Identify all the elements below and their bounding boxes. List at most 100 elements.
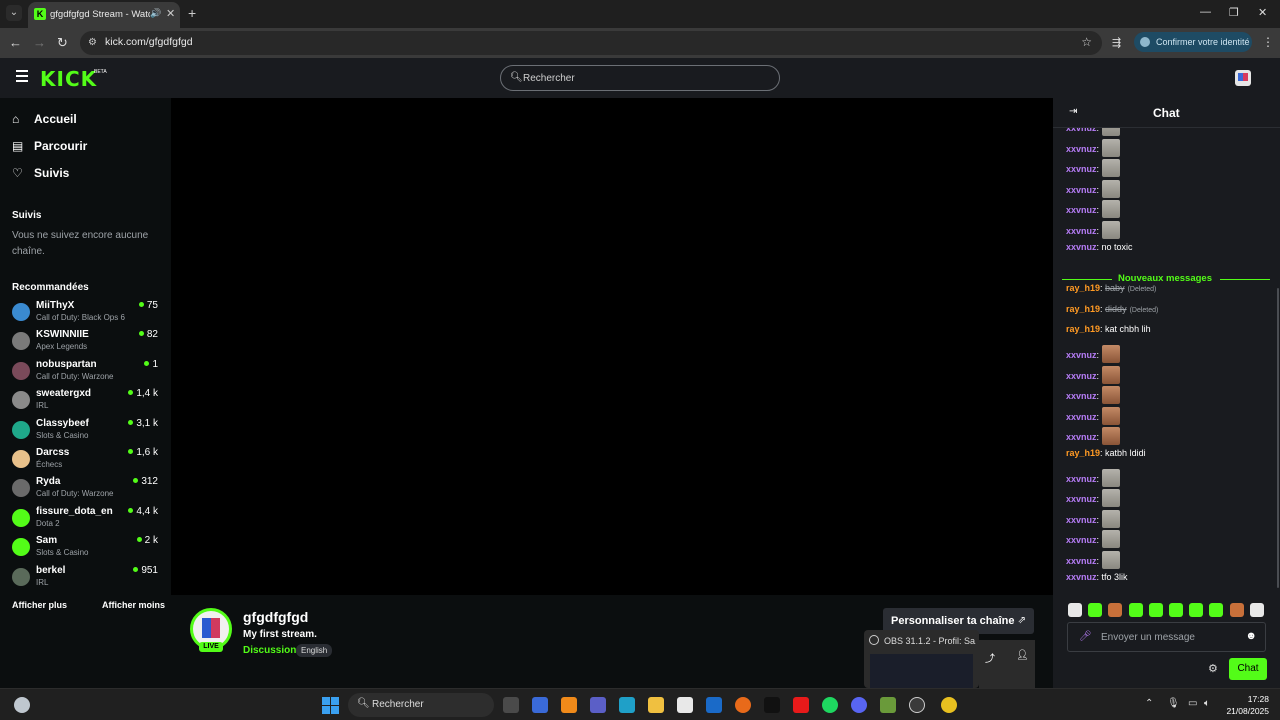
chat-username[interactable]: xxvnuz bbox=[1066, 128, 1097, 133]
microphone-tray-icon[interactable]: 🎙︎ bbox=[1167, 698, 1180, 709]
chat-username[interactable]: xxvnuz bbox=[1066, 185, 1097, 195]
chat-username[interactable]: xxvnuz bbox=[1066, 350, 1097, 360]
user-avatar[interactable] bbox=[1235, 70, 1251, 86]
tiktok-icon[interactable] bbox=[764, 697, 780, 713]
chat-username[interactable]: xxvnuz bbox=[1066, 572, 1097, 582]
share-icon[interactable]: ⤴ bbox=[985, 650, 995, 665]
url-field[interactable]: ⚙ kick.com/gfgdfgfgd ☆ bbox=[80, 31, 1102, 55]
show-less-button[interactable]: Afficher moins bbox=[102, 600, 165, 610]
emoji-picker-icon[interactable]: ☻ bbox=[1245, 630, 1257, 642]
recommended-channel[interactable]: Darcss Échecs 1,6 k bbox=[12, 447, 162, 475]
cast-icon[interactable]: ⇶ bbox=[1112, 36, 1121, 49]
vlc-icon[interactable] bbox=[561, 697, 577, 713]
chat-username[interactable]: xxvnuz bbox=[1066, 432, 1097, 442]
browser-menu-icon[interactable]: ⋮ bbox=[1262, 35, 1274, 49]
network-icon[interactable]: ▭ bbox=[1188, 698, 1197, 709]
recommended-channel[interactable]: Classybeef Slots & Casino 3,1 k bbox=[12, 418, 162, 446]
taskbar-search[interactable]: 🔍︎ Rechercher bbox=[348, 693, 494, 717]
chat-username[interactable]: xxvnuz bbox=[1066, 164, 1097, 174]
quick-emote-icon[interactable] bbox=[1189, 603, 1204, 617]
teams-icon[interactable] bbox=[590, 697, 606, 713]
maximize-button[interactable]: ❐ bbox=[1229, 6, 1239, 19]
tab-list-dropdown[interactable]: ⌄ bbox=[6, 5, 22, 21]
widgets-icon[interactable] bbox=[532, 697, 548, 713]
video-player[interactable] bbox=[171, 98, 1053, 595]
reload-button[interactable]: ↻ bbox=[57, 35, 68, 51]
obs-taskbar-icon[interactable] bbox=[909, 697, 925, 713]
chat-username[interactable]: xxvnuz bbox=[1066, 515, 1097, 525]
channel-name[interactable]: gfgdfgfgd bbox=[243, 609, 308, 625]
system-clock[interactable]: 17:28 21/08/2025 bbox=[1225, 693, 1269, 717]
chat-username[interactable]: ray_h19 bbox=[1066, 304, 1100, 314]
quick-emote-icon[interactable] bbox=[1169, 603, 1183, 617]
language-tag[interactable]: English bbox=[296, 644, 333, 657]
store-icon[interactable] bbox=[677, 697, 693, 713]
chat-username[interactable]: xxvnuz bbox=[1066, 242, 1097, 252]
taskbar-preview-popup[interactable]: OBS 31.1.2 - Profil: Sa... bbox=[864, 630, 979, 688]
task-view-icon[interactable] bbox=[503, 697, 519, 713]
chat-username[interactable]: xxvnuz bbox=[1066, 474, 1097, 484]
identity-button[interactable]: Confirmer votre identité bbox=[1134, 32, 1252, 52]
collapse-chat-icon[interactable]: ⇥ bbox=[1069, 106, 1077, 117]
chat-settings-icon[interactable]: ⚙ bbox=[1208, 662, 1218, 675]
recommended-channel[interactable]: berkel IRL 951 bbox=[12, 565, 162, 593]
kick-logo[interactable]: KICK bbox=[40, 67, 97, 91]
file-explorer-icon[interactable] bbox=[648, 697, 664, 713]
stream-category[interactable]: Discussion bbox=[243, 645, 296, 656]
firefox-icon[interactable] bbox=[735, 697, 751, 713]
chat-message-input[interactable]: 🎤︎ Envoyer un message ☻ bbox=[1067, 622, 1266, 652]
quick-emote-icon[interactable] bbox=[1148, 603, 1163, 617]
chrome-icon[interactable] bbox=[941, 697, 957, 713]
edge-icon[interactable] bbox=[619, 697, 635, 713]
chat-scrollbar[interactable] bbox=[1277, 288, 1279, 588]
quick-emote-icon[interactable] bbox=[1128, 603, 1143, 617]
recommended-channel[interactable]: fissure_dota_en Dota 2 4,4 k bbox=[12, 506, 162, 534]
quick-emote-icon[interactable] bbox=[1249, 603, 1264, 617]
recommended-channel[interactable]: sweatergxd IRL 1,4 k bbox=[12, 388, 162, 416]
site-info-icon[interactable]: ⚙ bbox=[88, 37, 97, 48]
chat-username[interactable]: xxvnuz bbox=[1066, 371, 1097, 381]
browser-tab[interactable]: K gfgdfgfgd Stream - Watch l 🔊 ✕ bbox=[28, 2, 180, 28]
chat-username[interactable]: xxvnuz bbox=[1066, 556, 1097, 566]
new-tab-button[interactable]: + bbox=[188, 5, 196, 21]
chat-username[interactable]: ray_h19 bbox=[1066, 283, 1100, 293]
quick-emote-icon[interactable] bbox=[1088, 603, 1103, 617]
chat-username[interactable]: xxvnuz bbox=[1066, 226, 1097, 236]
quick-emote-icon[interactable] bbox=[1209, 603, 1224, 617]
show-more-button[interactable]: Afficher plus bbox=[12, 600, 67, 610]
microphone-icon[interactable]: 🎤︎ bbox=[1079, 631, 1092, 642]
outlook-icon[interactable] bbox=[706, 697, 722, 713]
back-button[interactable]: ← bbox=[9, 35, 22, 50]
chat-username[interactable]: xxvnuz bbox=[1066, 494, 1097, 504]
send-chat-button[interactable]: Chat bbox=[1229, 658, 1267, 680]
chat-username[interactable]: xxvnuz bbox=[1066, 535, 1097, 545]
recommended-channel[interactable]: Sam Slots & Casino 2 k bbox=[12, 535, 162, 563]
obs-window-thumbnail[interactable] bbox=[870, 654, 973, 688]
volume-icon[interactable]: 🔈︎ bbox=[1204, 698, 1210, 709]
chat-username[interactable]: xxvnuz bbox=[1066, 412, 1097, 422]
chat-username[interactable]: xxvnuz bbox=[1066, 391, 1097, 401]
minimize-button[interactable]: — bbox=[1200, 6, 1211, 18]
close-window-button[interactable]: ✕ bbox=[1258, 6, 1267, 19]
speaker-icon[interactable]: 🔊 bbox=[150, 8, 161, 19]
youtube-icon[interactable] bbox=[793, 697, 809, 713]
tray-overflow-icon[interactable]: ⌃ bbox=[1145, 698, 1153, 709]
chat-username[interactable]: ray_h19 bbox=[1066, 324, 1100, 334]
chat-username[interactable]: xxvnuz bbox=[1066, 144, 1097, 154]
start-button[interactable] bbox=[322, 697, 339, 714]
recommended-channel[interactable]: nobuspartan Call of Duty: Warzone 1 bbox=[12, 359, 162, 387]
recommended-channel[interactable]: KSWINNIIE Apex Legends 82 bbox=[12, 329, 162, 357]
minecraft-icon[interactable] bbox=[880, 697, 896, 713]
discord-icon[interactable] bbox=[851, 697, 867, 713]
quick-emote-icon[interactable] bbox=[1108, 603, 1123, 617]
weather-icon[interactable] bbox=[14, 697, 30, 713]
quick-emote-icon[interactable] bbox=[1068, 603, 1082, 617]
hamburger-menu-icon[interactable] bbox=[16, 70, 28, 82]
search-input[interactable]: 🔍︎ Rechercher bbox=[500, 65, 780, 91]
bookmark-star-icon[interactable]: ☆ bbox=[1081, 35, 1092, 49]
follow-user-icon[interactable]: 👤︎ bbox=[1016, 650, 1029, 661]
recommended-channel[interactable]: Ryda Call of Duty: Warzone 312 bbox=[12, 476, 162, 504]
spotify-icon[interactable] bbox=[822, 697, 838, 713]
forward-button[interactable]: → bbox=[33, 35, 46, 50]
chat-username[interactable]: xxvnuz bbox=[1066, 205, 1097, 215]
